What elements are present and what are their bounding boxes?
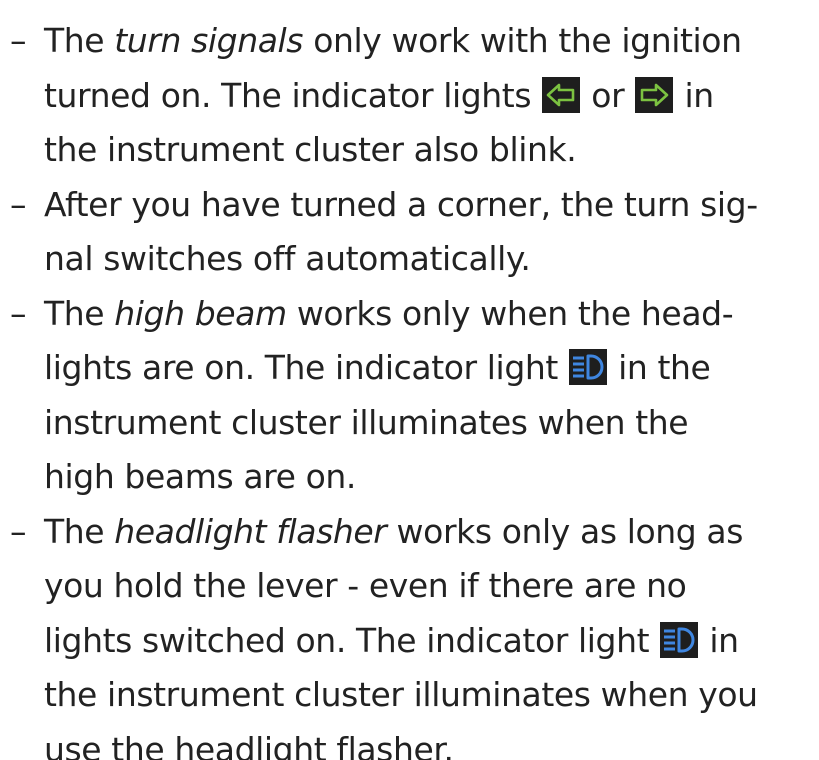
emphasized-term: turn signals bbox=[114, 21, 304, 60]
list-item: – The high beam works only when the head-… bbox=[0, 287, 819, 505]
high-beam-icon bbox=[569, 349, 608, 385]
text-line: you hold the lever - even if there are n… bbox=[44, 559, 819, 614]
text-line: the instrument cluster also blink. bbox=[44, 123, 819, 178]
text-run: in bbox=[674, 75, 714, 115]
text-line: instrument cluster illuminates when the bbox=[44, 396, 819, 451]
list-dash: – bbox=[10, 21, 27, 60]
text-line: The headlight flasher works only as long… bbox=[44, 505, 819, 560]
text-line: After you have turned a corner, the turn… bbox=[44, 178, 819, 233]
text-run: lights switched on. The indicator light bbox=[44, 620, 660, 660]
text-run: the instrument cluster also blink. bbox=[44, 130, 577, 169]
list-dash: – bbox=[10, 184, 27, 224]
list-item: – After you have turned a corner, the tur… bbox=[0, 178, 819, 287]
turn-signal-right-icon bbox=[635, 76, 674, 113]
text-line: use the headlight flasher. bbox=[44, 723, 819, 760]
text-run: use the headlight flasher. bbox=[44, 729, 454, 760]
text-run: lights are on. The indicator light bbox=[44, 348, 569, 387]
text-line: nal switches off automatically. bbox=[44, 232, 819, 287]
turn-signal-left-icon bbox=[542, 76, 581, 113]
text-line: high beams are on. bbox=[44, 450, 819, 505]
list-item: – The headlight flasher works only as lon… bbox=[0, 505, 819, 760]
text-run: in bbox=[699, 620, 739, 660]
text-line: the instrument cluster illuminates when … bbox=[44, 668, 819, 723]
text-run: The bbox=[44, 293, 115, 333]
text-run: you hold the lever - even if there are n… bbox=[44, 566, 687, 605]
text-line: lights are on. The indicator light in th… bbox=[44, 341, 819, 396]
text-run: The bbox=[44, 511, 115, 551]
emphasized-term: high beam bbox=[114, 293, 287, 333]
text-run: in the bbox=[608, 348, 711, 387]
text-run: only work with the ignition bbox=[303, 21, 742, 60]
instruction-list: – The turn signals only work with the ign… bbox=[0, 14, 819, 760]
text-run: the instrument cluster illuminates when … bbox=[44, 675, 758, 714]
text-line: The turn signals only work with the igni… bbox=[44, 14, 819, 69]
text-line: lights switched on. The indicator light … bbox=[44, 614, 819, 669]
text-run: works only when the head- bbox=[286, 293, 734, 333]
manual-page: – The turn signals only work with the ign… bbox=[0, 0, 819, 760]
emphasized-term: headlight flasher bbox=[114, 511, 387, 551]
text-run: or bbox=[581, 75, 635, 115]
text-line: turned on. The indicator lights or in bbox=[44, 69, 819, 124]
text-run: turned on. The indicator lights bbox=[44, 75, 542, 115]
text-run: After you have turned a corner, the turn… bbox=[44, 184, 758, 224]
text-line: The high beam works only when the head- bbox=[44, 287, 819, 342]
text-run: The bbox=[44, 21, 115, 60]
text-run: works only as long as bbox=[386, 511, 744, 551]
list-item: – The turn signals only work with the ign… bbox=[0, 14, 819, 178]
high-beam-icon bbox=[660, 621, 699, 658]
text-run: nal switches off automatically. bbox=[44, 239, 531, 278]
text-run: instrument cluster illuminates when the bbox=[44, 402, 689, 442]
list-dash: – bbox=[10, 293, 27, 333]
list-dash: – bbox=[10, 511, 27, 551]
text-run: high beams are on. bbox=[44, 457, 356, 496]
